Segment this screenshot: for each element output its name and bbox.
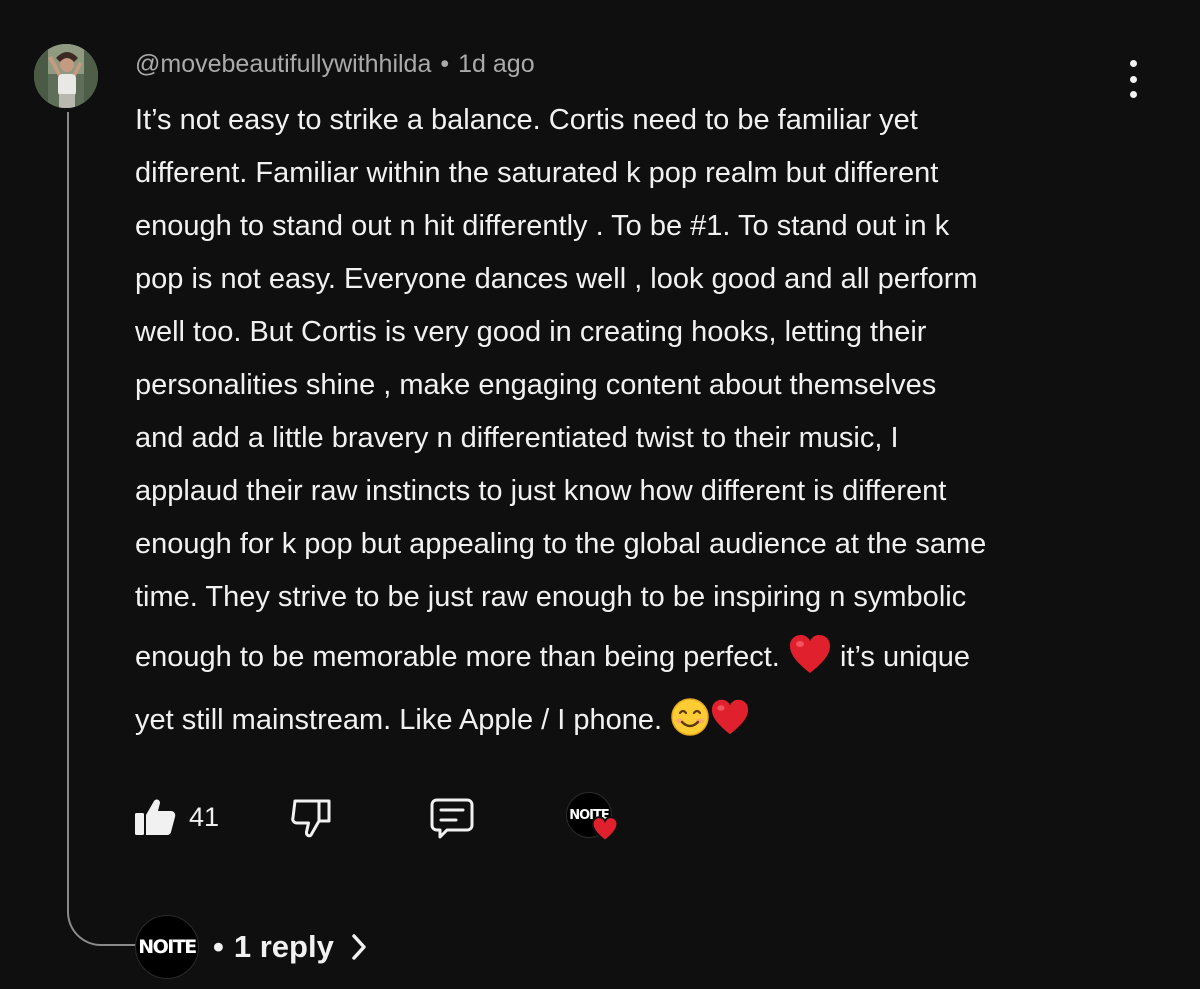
- thumbs-up-filled-icon: [135, 799, 176, 835]
- dislike-button[interactable]: [289, 795, 333, 839]
- commenter-avatar[interactable]: [34, 44, 98, 108]
- chevron-right-icon: [352, 934, 366, 960]
- reply-button[interactable]: [429, 795, 475, 841]
- smiling-face-emoji-icon: [671, 698, 709, 737]
- view-replies-link[interactable]: • 1 reply: [213, 929, 368, 965]
- like-button[interactable]: [133, 795, 177, 839]
- comment-line: pop is not easy. Everyone dances well , …: [135, 263, 978, 295]
- comment-line: different. Familiar within the saturated…: [135, 157, 939, 189]
- comment-line: It’s not easy to strike a balance. Corti…: [135, 104, 918, 136]
- comment-line: well too. But Cortis is very good in cre…: [135, 316, 927, 348]
- comment-meta: @movebeautifullywithhilda • 1d ago: [135, 50, 535, 79]
- replies-label: 1 reply: [233, 929, 334, 964]
- comment-line-text: enough to be memorable more than being p…: [135, 641, 780, 673]
- comment-line: enough to stand out n hit differently . …: [135, 210, 950, 242]
- comment-text: It’s not easy to strike a balance. Corti…: [135, 94, 1135, 750]
- commenter-avatar-photo: [34, 44, 98, 108]
- comment-line: personalities shine , make engaging cont…: [135, 369, 937, 401]
- red-heart-emoji-icon: [712, 700, 749, 735]
- comment-line: and add a little bravery n differentiate…: [135, 422, 899, 454]
- reply-thread-line: [67, 112, 137, 946]
- comment-line-text: yet still mainstream. Like Apple / I pho…: [135, 704, 663, 736]
- comment-line: time. They strive to be just raw enough …: [135, 581, 967, 613]
- comment-line: enough for k pop but appealing to the gl…: [135, 528, 987, 560]
- replies-separator: •: [213, 929, 224, 964]
- three-dots-vertical-icon: [1129, 60, 1137, 67]
- red-heart-emoji-icon: [789, 635, 830, 674]
- comment-timestamp[interactable]: 1d ago: [458, 50, 534, 78]
- comment-bubble-icon: [430, 798, 474, 839]
- comment-line: applaud their raw instincts to just know…: [135, 475, 947, 507]
- reply-author-avatar: NOITE: [135, 915, 199, 979]
- author-handle[interactable]: @movebeautifullywithhilda: [135, 50, 431, 78]
- like-count: 41: [189, 802, 220, 832]
- thumbs-down-outline-icon: [291, 799, 331, 838]
- heart-icon: [591, 816, 619, 842]
- menu-dot: [1129, 75, 1137, 83]
- comment-line-text: it’s unique: [839, 641, 971, 673]
- comment-line: enough to be memorable more than being p…: [135, 624, 1135, 687]
- creator-heart-badge: NOITE: [566, 792, 626, 848]
- comment-line: yet still mainstream. Like Apple / I pho…: [135, 687, 1135, 750]
- meta-separator: •: [440, 50, 450, 78]
